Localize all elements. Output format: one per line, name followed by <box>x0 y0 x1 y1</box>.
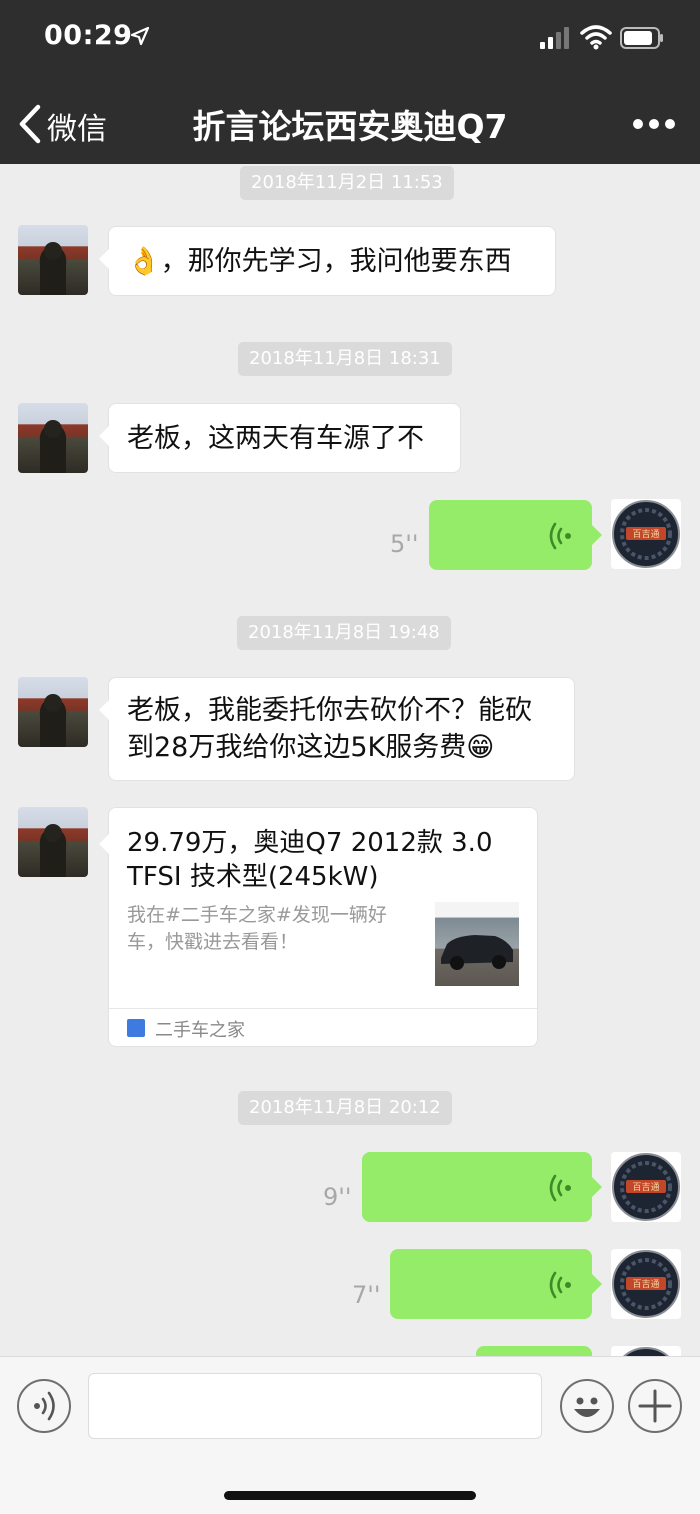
logo-text: 百吉通 <box>632 1182 659 1193</box>
link-card-description: 我在#二手车之家#发现一辆好车，快戳进去看看！ <box>127 904 387 953</box>
lion-statue-icon <box>39 420 67 473</box>
message-bubble[interactable]: 👌，那你先学习，我问他要东西 <box>99 226 556 296</box>
voice-duration: 7'' <box>352 1281 381 1309</box>
voice-input-button[interactable] <box>17 1379 71 1433</box>
voice-message-bubble[interactable] <box>390 1249 602 1319</box>
chat-area[interactable]: 2018年11月2日 11:53 👌，那你先学习，我问他要东西 2018年11月… <box>0 164 700 1356</box>
avatar-contact[interactable] <box>18 403 88 473</box>
timestamp: 2018年11月8日 18:31 <box>238 342 452 376</box>
emoji-smile-icon <box>574 1397 600 1417</box>
gear-logo-icon: 百吉通 <box>612 1153 680 1221</box>
grin-emoji: 😁 <box>466 732 495 763</box>
signal-icon <box>540 27 569 49</box>
message-text-line-2: 到28万我给你这边5K服务费 <box>127 732 467 763</box>
header: 00:29 微信 折言论坛西安奥迪Q7 <box>0 0 700 164</box>
voice-duration: 9'' <box>323 1183 352 1211</box>
home-indicator[interactable] <box>224 1491 476 1500</box>
logo-text: 百吉通 <box>632 529 659 540</box>
back-button[interactable]: 微信 <box>47 104 107 148</box>
chevron-left-icon[interactable] <box>16 104 44 144</box>
lion-statue-icon <box>39 242 67 295</box>
link-card-title: 29.79万，奥迪Q7 2012款 3.0 TFSI 技术型(245kW) <box>127 828 493 892</box>
lion-statue-icon <box>39 694 67 747</box>
voice-message-bubble[interactable] <box>362 1152 602 1222</box>
link-card[interactable]: 29.79万，奥迪Q7 2012款 3.0 TFSI 技术型(245kW) 我在… <box>99 807 538 1047</box>
location-arrow-icon <box>130 26 150 46</box>
input-bar <box>0 1356 700 1514</box>
more-functions-button[interactable] <box>628 1379 682 1433</box>
voice-input-icon <box>34 1391 55 1421</box>
link-card-source: 二手车之家 <box>155 1020 245 1041</box>
gear-logo-icon <box>622 1347 670 1356</box>
message-bubble[interactable]: 老板，我能委托你去砍价不？能砍 到28万我给你这边5K服务费😁 <box>99 677 575 781</box>
gear-logo-icon: 百吉通 <box>612 1250 680 1318</box>
more-dots-icon[interactable] <box>632 118 676 130</box>
car-image-icon <box>441 935 513 970</box>
logo-text: 百吉通 <box>632 1279 659 1290</box>
voice-wave-icon <box>549 1174 571 1202</box>
timestamp: 2018年11月8日 20:12 <box>238 1091 452 1125</box>
message-text: 老板，这两天有车源了不 <box>127 423 424 454</box>
emoji-button[interactable] <box>560 1379 614 1433</box>
avatar-contact[interactable] <box>18 677 88 747</box>
status-time: 00:29 <box>44 20 133 51</box>
wifi-icon <box>580 25 612 50</box>
timestamp: 2018年11月2日 11:53 <box>240 166 454 200</box>
plus-icon <box>638 1389 672 1423</box>
voice-message-bubble[interactable] <box>429 500 602 570</box>
ok-hand-emoji: 👌 <box>127 246 161 277</box>
message-input[interactable] <box>88 1373 542 1439</box>
voice-message-bubble[interactable] <box>476 1346 592 1356</box>
message-bubble[interactable]: 老板，这两天有车源了不 <box>99 403 461 473</box>
lion-statue-icon <box>39 824 67 877</box>
source-app-icon <box>127 1019 145 1037</box>
voice-duration: 5'' <box>390 530 419 558</box>
avatar-contact[interactable] <box>18 225 88 295</box>
message-text: ，那你先学习，我问他要东西 <box>160 246 512 277</box>
chat-title: 折言论坛西安奥迪Q7 <box>192 107 508 146</box>
card-divider <box>109 1008 537 1009</box>
avatar-self[interactable] <box>611 1346 681 1356</box>
battery-icon <box>620 27 663 49</box>
avatar-self[interactable]: 百吉通 <box>611 1249 681 1319</box>
voice-wave-icon <box>549 1271 571 1299</box>
car-thumbnail <box>435 902 519 986</box>
avatar-self[interactable]: 百吉通 <box>611 499 681 569</box>
timestamp: 2018年11月8日 19:48 <box>237 616 451 650</box>
avatar-self[interactable]: 百吉通 <box>611 1152 681 1222</box>
voice-wave-icon <box>549 522 571 550</box>
gear-logo-icon: 百吉通 <box>612 500 680 568</box>
message-text-line-1: 老板，我能委托你去砍价不？能砍 <box>127 695 532 726</box>
avatar-contact[interactable] <box>18 807 88 877</box>
